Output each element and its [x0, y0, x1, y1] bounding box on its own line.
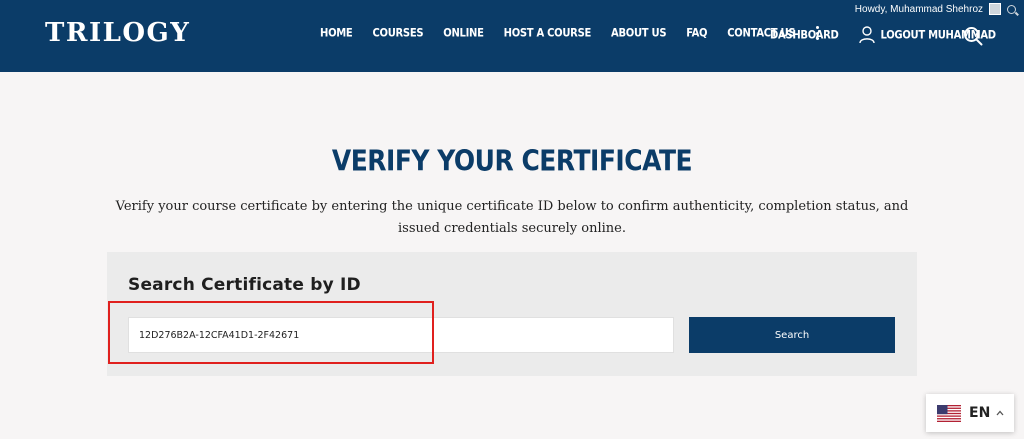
highlight-annotation [108, 301, 434, 364]
search-button[interactable]: Search [689, 317, 895, 353]
admin-search-icon[interactable] [1007, 4, 1016, 14]
admin-greeting[interactable]: Howdy, Muhammad Shehroz [855, 4, 983, 15]
admin-bar: Howdy, Muhammad Shehroz [855, 2, 1016, 16]
user-icon[interactable] [858, 26, 875, 44]
language-code: EN [969, 405, 991, 421]
main-nav: HOME COURSES ONLINE HOST A COURSE ABOUT … [320, 26, 823, 40]
chevron-up-icon [996, 410, 1004, 416]
dashboard-link[interactable]: DASHBOARD [770, 29, 839, 42]
user-nav: DASHBOARD LOGOUT MUHAMMAD [770, 26, 996, 44]
search-heading: Search Certificate by ID [128, 275, 361, 295]
nav-item-host-a-course[interactable]: HOST A COURSE [504, 27, 592, 40]
us-flag-icon [937, 404, 961, 422]
page-title: VERIFY YOUR CERTIFICATE [331, 143, 693, 178]
site-header: TRILOGY Howdy, Muhammad Shehroz HOME COU… [0, 0, 1024, 72]
nav-item-home[interactable]: HOME [320, 27, 353, 40]
language-switcher[interactable]: EN [926, 394, 1014, 432]
site-logo[interactable]: TRILOGY [45, 18, 190, 48]
nav-item-online[interactable]: ONLINE [443, 27, 484, 40]
page-description: Verify your course certificate by enteri… [115, 199, 909, 236]
avatar[interactable] [989, 3, 1001, 15]
nav-item-courses[interactable]: COURSES [372, 27, 423, 40]
nav-item-about-us[interactable]: ABOUT US [611, 27, 667, 40]
nav-item-faq[interactable]: FAQ [686, 27, 707, 40]
search-icon[interactable] [963, 26, 983, 46]
